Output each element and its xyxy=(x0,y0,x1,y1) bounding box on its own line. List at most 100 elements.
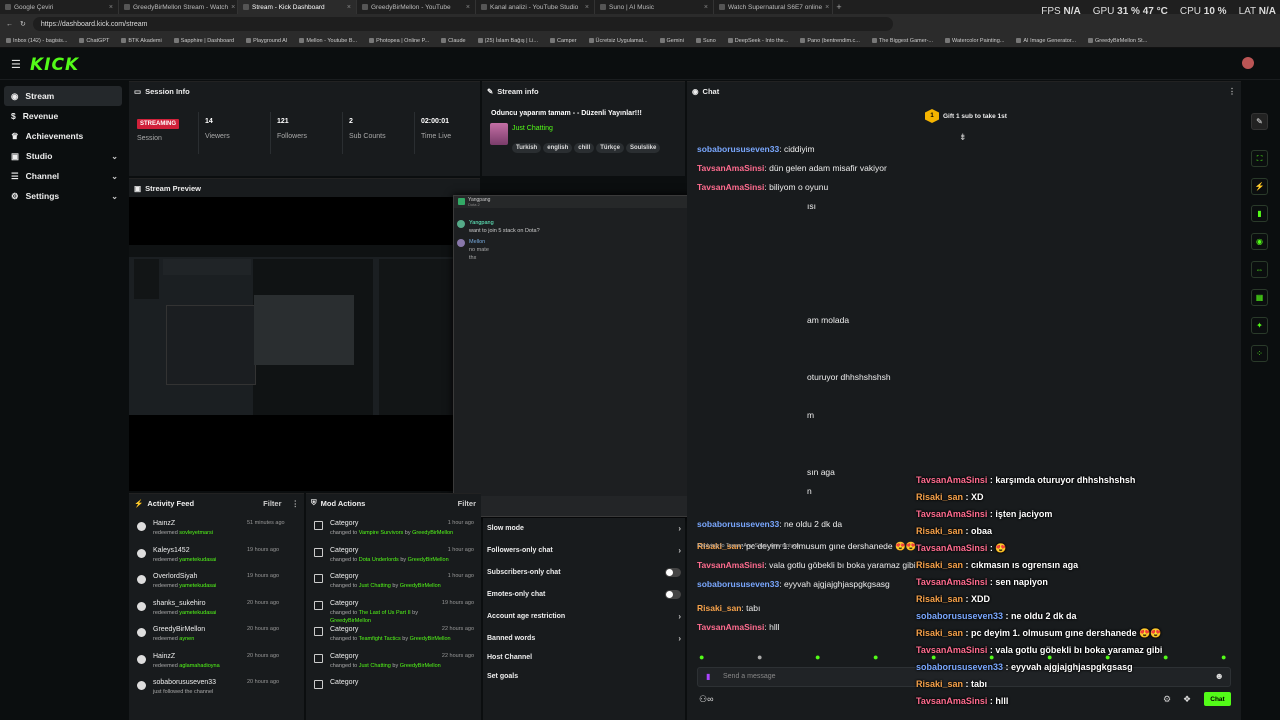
kick-logo[interactable]: KICK xyxy=(30,55,79,75)
feed-name[interactable]: OverlordSiyah xyxy=(153,573,197,580)
avatar[interactable] xyxy=(1242,57,1254,69)
bookmark-item[interactable]: (25) İslam Bağış | Li... xyxy=(477,38,538,44)
chat-setting-slow-mode[interactable]: Slow mode › xyxy=(487,518,681,538)
url-field[interactable]: https://dashboard.kick.com/stream xyxy=(32,17,893,31)
wrench-icon[interactable]: ✦ xyxy=(1251,317,1268,334)
bookmark-item[interactable]: Suno xyxy=(695,38,716,44)
bookmark-item[interactable]: ChatGPT xyxy=(79,38,109,44)
browser-tab[interactable]: Watch Supernatural S6E7 online × xyxy=(714,0,833,14)
emote-icon[interactable]: ● xyxy=(931,652,936,662)
emote-icon[interactable]: ● xyxy=(1163,652,1168,662)
chat-username[interactable]: TavsanAmaSinsi xyxy=(697,182,764,192)
link-icon[interactable]: ⇔ xyxy=(1251,261,1268,278)
sidebar-item-revenue[interactable]: $ Revenue xyxy=(4,106,122,126)
sidebar-item-channel[interactable]: ☰ Channel ⌄ xyxy=(4,166,122,186)
toggle-switch[interactable] xyxy=(665,567,681,577)
tag-chip[interactable]: chill xyxy=(574,143,595,153)
gear-icon[interactable]: ⚙ xyxy=(1163,694,1171,705)
bookmark-item[interactable]: The Biggest Gamer-... xyxy=(871,38,933,44)
close-icon[interactable]: × xyxy=(347,4,351,11)
calendar-icon[interactable]: ▦ xyxy=(1251,289,1268,306)
sidebar-item-stream[interactable]: ◉ Stream xyxy=(4,86,122,106)
chat-input[interactable]: ▮ Send a message ☻ xyxy=(697,667,1231,687)
chat-username[interactable]: TavsanAmaSinsi xyxy=(697,560,764,570)
chat-setting-subscribers-only-chat[interactable]: Subscribers-only chat xyxy=(487,562,681,582)
close-icon[interactable]: × xyxy=(109,4,113,11)
feed-name[interactable]: shanks_sukehiro xyxy=(153,600,206,607)
bookmark-item[interactable]: Playground AI xyxy=(246,38,287,44)
edit-icon[interactable]: ✎ xyxy=(1251,113,1268,130)
emote-icon[interactable]: ● xyxy=(1105,652,1110,662)
preview-video[interactable] xyxy=(129,245,459,415)
activity-filter-button[interactable]: Filter xyxy=(263,499,281,508)
bookmark-item[interactable]: AI Image Generator... xyxy=(1016,38,1076,44)
browser-tab[interactable]: Suno | AI Music × xyxy=(595,0,714,14)
bookmark-item[interactable]: Sapphire | Dashboard xyxy=(173,38,234,44)
new-tab-icon[interactable]: + xyxy=(833,2,845,12)
sidebar-item-studio[interactable]: ▣ Studio ⌄ xyxy=(4,146,122,166)
reload-icon[interactable]: ↻ xyxy=(20,20,26,28)
emote-icon[interactable]: ● xyxy=(989,652,994,662)
tag-chip[interactable]: Soulslike xyxy=(625,143,661,153)
stream-title[interactable]: Oduncu yaparım tamam - - Düzenli Yayınla… xyxy=(491,110,642,117)
bookmark-item[interactable]: GreedyBirMellon St... xyxy=(1087,38,1147,44)
chat-setting-account-age-restriction[interactable]: Account age restriction › xyxy=(487,606,681,626)
toggle-switch[interactable] xyxy=(665,589,681,599)
close-icon[interactable]: × xyxy=(231,4,235,11)
browser-tab[interactable]: Stream - Kick Dashboard × xyxy=(238,0,357,14)
bookmark-item[interactable]: Camper xyxy=(549,38,577,44)
more-icon[interactable]: ⋮ xyxy=(1228,87,1236,96)
feed-name[interactable]: HainzZ xyxy=(153,520,175,527)
chat-setting-banned-words[interactable]: Banned words › xyxy=(487,628,681,648)
chat-setting-set-goals[interactable]: Set goals xyxy=(487,666,681,686)
pin-icon[interactable]: ⇟ xyxy=(959,132,967,143)
chat-username[interactable]: TavsanAmaSinsi xyxy=(697,622,764,632)
category-thumbnail[interactable] xyxy=(490,123,508,145)
sidebar-item-achievements[interactable]: ♛ Achievements xyxy=(4,126,122,146)
emote-icon[interactable]: ● xyxy=(815,652,820,662)
category-name[interactable]: Just Chatting xyxy=(512,125,553,132)
chat-username[interactable]: sobaborususeven33 xyxy=(697,144,779,154)
back-icon[interactable]: ← xyxy=(6,21,13,28)
chat-setting-followers-only-chat[interactable]: Followers-only chat › xyxy=(487,540,681,560)
menu-icon[interactable]: ☰ xyxy=(11,58,21,71)
emote-icon[interactable]: ● xyxy=(873,652,878,662)
bookmark-item[interactable]: DeepSeek - Into the... xyxy=(727,38,788,44)
emote-icon[interactable]: ● xyxy=(1221,652,1226,662)
feed-name[interactable]: Kaleys1452 xyxy=(153,547,190,554)
sidebar-item-settings[interactable]: ⚙ Settings ⌄ xyxy=(4,186,122,206)
bookmark-item[interactable]: Claude xyxy=(441,38,466,44)
tag-chip[interactable]: Türkçe xyxy=(596,143,624,153)
browser-tab[interactable]: Google Çeviri × xyxy=(0,0,119,14)
feed-name[interactable]: sobaborususeven33 xyxy=(153,679,216,686)
browser-tab[interactable]: Kanal analizi - YouTube Studio × xyxy=(476,0,595,14)
emoji-icon[interactable]: ☻ xyxy=(1215,671,1224,681)
bookmark-item[interactable]: Gemini xyxy=(659,38,684,44)
trash-icon[interactable]: ▮ xyxy=(1251,205,1268,222)
close-icon[interactable]: × xyxy=(466,4,470,11)
emote-icon[interactable]: ● xyxy=(699,652,704,662)
emote-icon[interactable]: ● xyxy=(757,652,762,662)
more-icon[interactable]: ⋮ xyxy=(292,499,300,508)
gift-text[interactable]: Gift 1 sub to take 1st xyxy=(943,113,1007,120)
gift-icon[interactable]: ❖ xyxy=(1183,694,1191,705)
dots-icon[interactable]: ⁘ xyxy=(1251,345,1268,362)
chat-setting-emotes-only-chat[interactable]: Emotes-only chat xyxy=(487,584,681,604)
bookmark-item[interactable]: Inbox (142) - bagisis... xyxy=(6,38,67,44)
feed-name[interactable]: HainzZ xyxy=(153,653,175,660)
tag-chip[interactable]: Turkish xyxy=(512,143,542,153)
bookmark-item[interactable]: BTK Akademi xyxy=(121,38,162,44)
bookmark-item[interactable]: Ücretsiz Uygulamal... xyxy=(588,38,648,44)
emote-icon[interactable]: ● xyxy=(1047,652,1052,662)
chat-icon[interactable]: ◉ xyxy=(1251,233,1268,250)
close-icon[interactable]: × xyxy=(825,4,829,11)
tag-chip[interactable]: english xyxy=(543,143,573,153)
chat-setting-host-channel[interactable]: Host Channel xyxy=(487,647,681,667)
infinity-icon[interactable]: ⚇∞ xyxy=(699,694,713,705)
mic-icon[interactable]: ▮ xyxy=(706,672,710,681)
browser-tab[interactable]: GreedyBirMellon - YouTube × xyxy=(357,0,476,14)
mod-filter-button[interactable]: Filter xyxy=(458,499,476,508)
bookmark-item[interactable]: Mellon - Youtube B... xyxy=(299,38,357,44)
bookmark-item[interactable]: Watercolor Painting... xyxy=(945,38,1004,44)
chat-username[interactable]: sobaborususeven33 xyxy=(697,579,779,589)
